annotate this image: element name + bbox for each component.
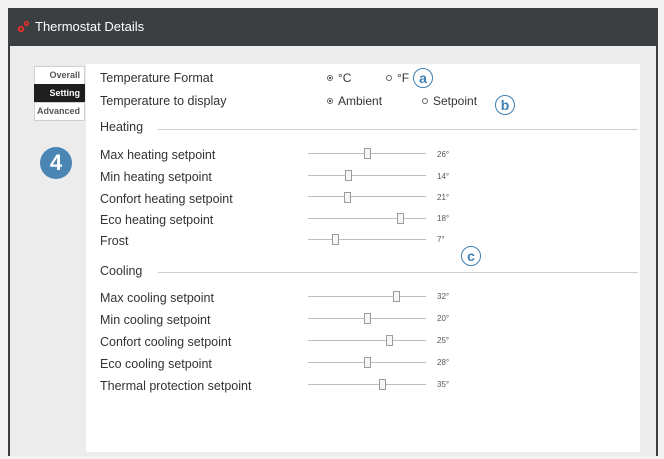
- temperature-format-label: Temperature Format: [100, 71, 214, 85]
- heating-row-label: Min heating setpoint: [100, 170, 212, 184]
- cooling-slider-thumb[interactable]: [393, 291, 401, 302]
- radio-dot-icon: [327, 98, 333, 104]
- heating-row-label: Eco heating setpoint: [100, 213, 214, 227]
- cooling-value: 32°: [437, 292, 450, 301]
- cooling-row-label: Min cooling setpoint: [100, 313, 211, 327]
- temperature-display-label: Temperature to display: [100, 94, 227, 108]
- heating-slider-thumb[interactable]: [344, 170, 352, 181]
- cooling-slider-track[interactable]: [308, 296, 426, 297]
- cooling-value: 28°: [437, 358, 450, 367]
- heating-divider: [158, 129, 638, 130]
- window-title: Thermostat Details: [35, 19, 145, 34]
- tab-overall[interactable]: Overall: [34, 66, 85, 84]
- cooling-value: 25°: [437, 336, 450, 345]
- cooling-divider: [158, 272, 638, 273]
- cooling-slider-thumb[interactable]: [363, 357, 371, 368]
- radio-ambient-label: Ambient: [338, 94, 383, 108]
- radio-setpoint[interactable]: Setpoint: [422, 94, 477, 108]
- step-badge: 4: [40, 147, 72, 179]
- cooling-slider-thumb[interactable]: [363, 313, 371, 324]
- heating-slider-track[interactable]: [308, 239, 426, 240]
- gears-icon: [16, 19, 31, 39]
- tab-setting[interactable]: Setting: [34, 84, 85, 102]
- radio-setpoint-label: Setpoint: [433, 94, 478, 108]
- heating-row-label: Max heating setpoint: [100, 148, 216, 162]
- settings-panel: [86, 64, 640, 452]
- radio-ambient[interactable]: Ambient: [327, 94, 382, 108]
- radio-celsius[interactable]: °C: [327, 71, 351, 85]
- heating-slider-track[interactable]: [308, 218, 426, 219]
- window-titlebar: Thermostat Details: [8, 8, 658, 46]
- heating-value: 26°: [437, 150, 450, 159]
- heating-section-title: Heating: [100, 120, 144, 134]
- radio-celsius-label: °C: [338, 71, 352, 85]
- radio-fahrenheit[interactable]: °F: [386, 71, 409, 85]
- cooling-row-label: Eco cooling setpoint: [100, 357, 212, 371]
- cooling-slider-track[interactable]: [308, 340, 426, 341]
- cooling-row-label: Confort cooling setpoint: [100, 335, 232, 349]
- cooling-value: 20°: [437, 314, 450, 323]
- heating-value: 7°: [437, 235, 445, 244]
- heating-slider-thumb[interactable]: [396, 213, 404, 224]
- heating-slider-track[interactable]: [308, 175, 426, 176]
- heating-value: 21°: [437, 193, 450, 202]
- heating-slider-thumb[interactable]: [343, 192, 351, 203]
- heating-slider-thumb[interactable]: [332, 234, 340, 245]
- heating-slider-thumb[interactable]: [363, 148, 371, 159]
- cooling-section-title: Cooling: [100, 264, 143, 278]
- cooling-slider-track[interactable]: [308, 384, 426, 385]
- heating-row-label: Confort heating setpoint: [100, 192, 233, 206]
- heating-row-label: Frost: [100, 234, 129, 248]
- cooling-slider-thumb[interactable]: [385, 335, 393, 346]
- cooling-value: 35°: [437, 380, 450, 389]
- heating-slider-track[interactable]: [308, 196, 426, 197]
- radio-dot-icon: [422, 98, 428, 104]
- heating-value: 18°: [437, 214, 450, 223]
- cooling-row-label: Max cooling setpoint: [100, 291, 214, 305]
- callout-a: a: [413, 68, 433, 88]
- callout-b: b: [495, 95, 515, 115]
- radio-dot-icon: [327, 75, 333, 81]
- radio-dot-icon: [386, 75, 392, 81]
- heating-value: 14°: [437, 172, 450, 181]
- callout-c: c: [461, 246, 481, 266]
- tab-advanced[interactable]: Advanced: [34, 102, 85, 121]
- settings-tabs: Overall Setting Advanced: [34, 66, 85, 121]
- cooling-slider-thumb[interactable]: [379, 379, 387, 390]
- cooling-row-label: Thermal protection setpoint: [100, 379, 252, 393]
- radio-fahrenheit-label: °F: [397, 71, 410, 85]
